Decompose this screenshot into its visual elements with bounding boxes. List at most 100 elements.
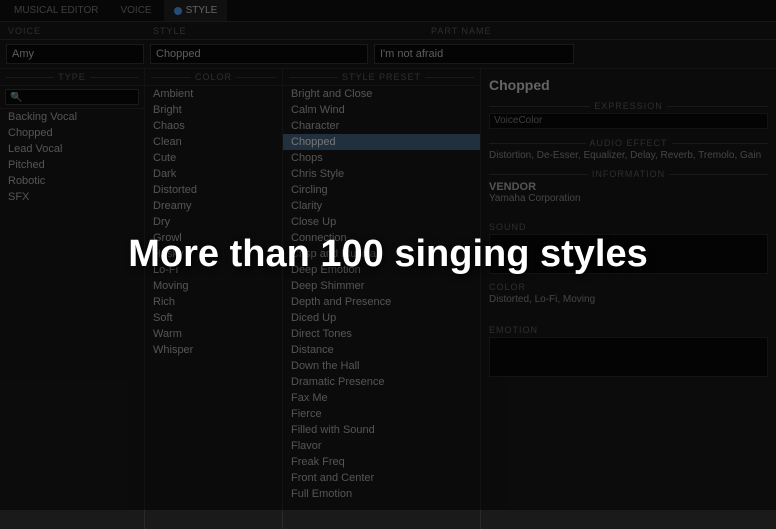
color-list-item[interactable]: Whisper [145,342,282,358]
color-list-item[interactable]: Clean [145,134,282,150]
color-list-item[interactable]: Distorted [145,182,282,198]
style-list-item[interactable]: Front and Center [283,470,480,486]
expression-value: VoiceColor [490,114,767,127]
style-list-item[interactable]: Filled with Sound [283,422,480,438]
color-list-item[interactable]: Husky [145,246,282,262]
type-list-item[interactable]: Pitched [0,157,144,173]
emotion-section: Emotion [489,325,768,377]
style-list-item[interactable]: Deep Emotion [283,262,480,278]
style-list-item[interactable]: Deep Shimmer [283,278,480,294]
color-panel: COLOR AmbientBrightChaosCleanCuteDarkDis… [145,69,283,529]
info-title: Chopped [489,77,768,93]
color-list-item[interactable]: Cute [145,150,282,166]
color-list-item[interactable]: Chaos [145,118,282,134]
audio-effect-value: Distortion, De-Esser, Equalizer, Delay, … [489,150,768,161]
expression-bar: VoiceColor [489,113,768,129]
partname-input[interactable] [374,44,574,64]
color-list-item[interactable]: Moving [145,278,282,294]
color-list-item[interactable]: Ambient [145,86,282,102]
style-list-item[interactable]: Diced Up [283,310,480,326]
style-list: Bright and CloseCalm WindCharacterChoppe… [283,86,480,529]
voice-section-header: VOICE [0,25,145,37]
style-list-item[interactable]: Direct Tones [283,326,480,342]
input-row [0,40,776,69]
type-list-item[interactable]: Chopped [0,125,144,141]
type-panel-header: TYPE [0,69,144,86]
information-label: INFORMATION [489,169,768,179]
tab-voice-label: VOICE [120,5,151,16]
style-list-item[interactable]: Chops [283,150,480,166]
style-list-item[interactable]: Character [283,118,480,134]
section-headers: VOICE STYLE PART NAME [0,22,776,40]
voice-input[interactable] [6,44,144,64]
tab-musical-editor[interactable]: MUSICAL EDITOR [4,0,108,21]
style-list-item[interactable]: Calm Wind [283,102,480,118]
expression-label: EXPRESSION [489,101,768,111]
style-list-item[interactable]: Distance [283,342,480,358]
style-preset-panel: STYLE PRESET Bright and CloseCalm WindCh… [283,69,481,529]
style-section-label: STYLE [153,26,187,36]
search-input[interactable] [5,89,139,105]
tab-voice[interactable]: VOICE [110,0,161,21]
color-list: AmbientBrightChaosCleanCuteDarkDistorted… [145,86,282,529]
style-list-item[interactable]: Flavor [283,438,480,454]
audio-effect-label: AUDIO EFFECT [489,138,768,148]
color-list-item[interactable]: Dreamy [145,198,282,214]
vendor-value: Yamaha Corporation [489,193,768,204]
audio-effect-section: AUDIO EFFECT Distortion, De-Esser, Equal… [489,138,768,163]
color-list-item[interactable]: Growl [145,230,282,246]
expression-section: EXPRESSION VoiceColor [489,101,768,132]
color-header-label: COLOR [195,72,232,82]
style-header-label: STYLE PRESET [342,72,421,82]
information-section: INFORMATION VENDOR Yamaha Corporation [489,169,768,206]
partname-section-header: PART NAME [423,25,623,37]
style-list-item[interactable]: Clarity [283,198,480,214]
color-list-item[interactable]: Dry [145,214,282,230]
color-list-item[interactable]: Bright [145,102,282,118]
style-list-item[interactable]: Circling [283,182,480,198]
style-list-item[interactable]: Fierce [283,406,480,422]
type-list-item[interactable]: Backing Vocal [0,109,144,125]
type-list-item[interactable]: Lead Vocal [0,141,144,157]
style-list-item[interactable]: Connection [283,230,480,246]
style-list-item[interactable]: Crisp and Musical [283,246,480,262]
sound-bar [489,234,768,274]
color-list-item[interactable]: Lo-Fi [145,262,282,278]
color-list-item[interactable]: Soft [145,310,282,326]
style-list-item[interactable]: Depth and Presence [283,294,480,310]
style-list-item[interactable]: Bright and Close [283,86,480,102]
type-header-label: TYPE [58,72,86,82]
tab-style[interactable]: STYLE [164,0,228,21]
style-list-item[interactable]: Chris Style [283,166,480,182]
color-info-section: COLOR Distorted, Lo-Fi, Moving [489,282,768,305]
color-list-item[interactable]: Warm [145,326,282,342]
type-list-item[interactable]: SFX [0,189,144,205]
style-panel-header: STYLE PRESET [283,69,480,86]
tab-musical-editor-label: MUSICAL EDITOR [14,5,98,16]
style-section-header: STYLE [145,25,423,37]
style-list-item[interactable]: Chopped [283,134,480,150]
style-list-item[interactable]: Down the Hall [283,358,480,374]
main-area: TYPE Backing VocalChoppedLead VocalPitch… [0,69,776,529]
type-list-item[interactable]: Robotic [0,173,144,189]
info-panel: Chopped EXPRESSION VoiceColor AUDIO EFFE… [481,69,776,529]
style-list-item[interactable]: Full Emotion [283,486,480,502]
voice-section-label: VOICE [8,26,41,36]
style-list-item[interactable]: Dramatic Presence [283,374,480,390]
style-input[interactable] [150,44,368,64]
style-list-item[interactable]: Freak Freq [283,454,480,470]
tab-style-dot [174,7,182,15]
vendor-label: VENDOR [489,181,768,193]
color-list-item[interactable]: Dark [145,166,282,182]
color-panel-header: COLOR [145,69,282,86]
emotion-bar [489,337,768,377]
style-list-item[interactable]: Fax Me [283,390,480,406]
style-list-item[interactable]: Close Up [283,214,480,230]
emotion-label: Emotion [489,325,768,335]
type-panel: TYPE Backing VocalChoppedLead VocalPitch… [0,69,145,529]
color-list-item[interactable]: Rich [145,294,282,310]
search-box [0,86,144,109]
type-list: Backing VocalChoppedLead VocalPitchedRob… [0,109,144,529]
color-info-label: COLOR [489,282,768,292]
sound-label: Sound [489,222,768,232]
